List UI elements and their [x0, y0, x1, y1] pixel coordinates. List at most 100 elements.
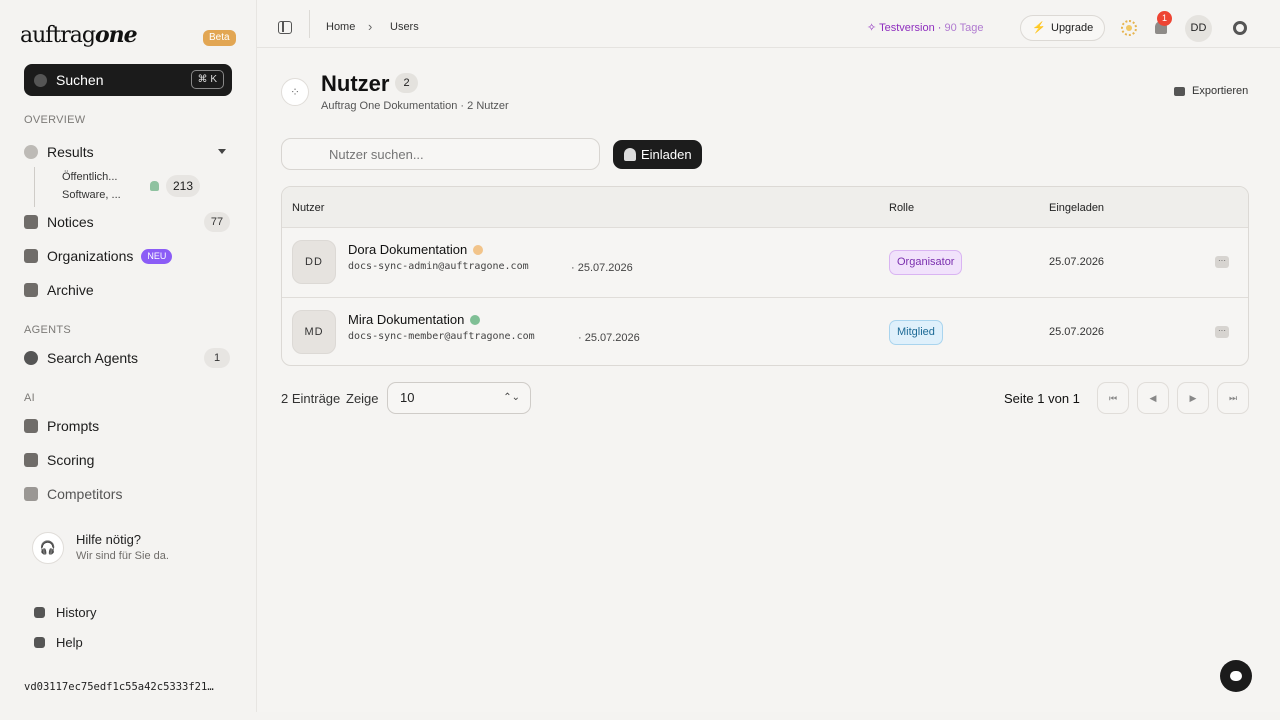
search-label: Suchen: [56, 72, 104, 88]
user-avatar: DD: [292, 240, 336, 284]
table-row[interactable]: DD Dora Dokumentation docs-sync-admin@au…: [282, 228, 1248, 297]
sidebar-item-prompts[interactable]: Prompts: [24, 413, 232, 439]
notices-count: 77: [204, 212, 230, 232]
subtitle-count: 2 Nutzer: [467, 100, 509, 112]
breadcrumb-current: Users: [390, 21, 419, 33]
sidebar-item-search-agents[interactable]: Search Agents 1: [24, 345, 232, 371]
breadcrumb-home[interactable]: Home: [326, 21, 355, 33]
chevron-right-icon: ›: [368, 19, 373, 34]
results-sub-item-detail[interactable]: Software, ...: [62, 189, 121, 201]
user-email: docs-sync-admin@auftragone.com: [348, 261, 529, 272]
status-icon: [473, 245, 484, 255]
notification-badge: 1: [1157, 11, 1172, 26]
sidebar-item-history[interactable]: History: [34, 605, 96, 620]
sidebar-toggle-icon[interactable]: [278, 21, 292, 34]
sidebar-item-label: Organizations: [47, 248, 134, 264]
agent-icon: [24, 351, 38, 365]
trial-status[interactable]: ✧ Testversion · 90 Tage: [867, 21, 983, 34]
help-icon: [34, 637, 45, 648]
user-count-badge: 2: [395, 73, 418, 93]
user-avatar[interactable]: DD: [1185, 15, 1212, 42]
sidebar-item-label: History: [56, 605, 97, 620]
user-name: Dora Dokumentation: [348, 242, 484, 257]
building-icon: [24, 249, 38, 263]
chip-icon: [24, 419, 38, 433]
user-date: · 25.07.2026: [571, 262, 633, 274]
chevron-updown-icon: ⌃⌄: [503, 392, 520, 403]
col-role[interactable]: Rolle: [889, 202, 914, 214]
sidebar-item-scoring[interactable]: Scoring: [24, 447, 232, 473]
page-title: Nutzer: [321, 71, 390, 96]
export-button[interactable]: Exportieren: [1174, 85, 1248, 97]
sidebar: auftragone Beta Suchen ⌘ K OVERVIEW Resu…: [0, 0, 256, 720]
chart-icon: [24, 487, 38, 501]
export-label: Exportieren: [1192, 85, 1249, 97]
tree-line: [34, 167, 35, 207]
results-icon: [24, 145, 38, 159]
gear-icon[interactable]: [1233, 21, 1247, 35]
col-invited[interactable]: Eingeladen: [1049, 202, 1104, 214]
sidebar-item-label: Help: [56, 635, 83, 650]
page-subtitle: Auftrag One Dokumentation · 2 Nutzer: [321, 100, 509, 112]
trial-label: Testversion: [879, 22, 935, 34]
section-overview: OVERVIEW: [24, 114, 86, 126]
first-page-button[interactable]: ⏮: [1097, 382, 1129, 414]
page-size-select[interactable]: 10 ⌃⌄: [387, 382, 531, 414]
sidebar-item-help[interactable]: Help: [34, 635, 83, 650]
chevron-down-icon[interactable]: [218, 149, 226, 154]
user-search-input[interactable]: [281, 138, 600, 170]
results-sub-item[interactable]: Öffentlich...: [62, 171, 117, 183]
role-badge[interactable]: Organisator: [889, 250, 963, 275]
topbar: Home › Users ✧ Testversion · 90 Tage Upg…: [257, 0, 1280, 48]
sidebar-item-archive[interactable]: Archive: [24, 277, 232, 303]
user-name: Mira Dokumentation: [348, 312, 481, 327]
table-row[interactable]: MD Mira Dokumentation docs-sync-member@a…: [282, 297, 1248, 365]
entries-count: 2 Einträge: [281, 391, 341, 406]
beta-badge: Beta: [203, 30, 236, 46]
sidebar-item-label: Results: [47, 144, 94, 160]
sidebar-item-results[interactable]: Results: [24, 139, 232, 165]
sidebar-item-label: Search Agents: [47, 350, 139, 366]
sidebar-item-label: Prompts: [47, 418, 100, 434]
users-icon: ⁘: [281, 78, 309, 106]
search-agents-count: 1: [204, 348, 230, 368]
page-size-value: 10: [400, 390, 415, 405]
sun-icon[interactable]: [1121, 20, 1137, 36]
verified-icon: [470, 315, 481, 325]
show-label: Zeige: [346, 391, 379, 406]
search-icon: [34, 73, 47, 87]
more-actions-icon[interactable]: ···: [1215, 326, 1229, 338]
sidebar-item-label: Notices: [47, 214, 94, 230]
invite-button[interactable]: Einladen: [613, 140, 702, 169]
sidebar-item-competitors[interactable]: Competitors: [24, 481, 232, 507]
org-name: Auftrag One Dokumentation: [321, 100, 458, 112]
app-logo[interactable]: auftragone: [20, 22, 138, 48]
sidebar-item-label: Scoring: [47, 452, 95, 468]
trial-days: 90 Tage: [944, 22, 984, 34]
sidebar-item-label: Competitors: [47, 486, 123, 502]
sidebar-item-organizations[interactable]: Organizations NEU: [24, 243, 232, 269]
headset-icon: 🎧: [32, 532, 64, 564]
export-icon: [1174, 86, 1185, 96]
help-box[interactable]: 🎧 Hilfe nötig? Wir sind für Sie da.: [32, 530, 232, 570]
build-hash: vd03117ec75edf1c55a42c5333f21…: [24, 681, 214, 693]
role-badge[interactable]: Mitglied: [889, 320, 943, 345]
scoring-icon: [24, 453, 38, 467]
more-actions-icon[interactable]: ···: [1215, 256, 1229, 268]
invited-date: 25.07.2026: [1049, 256, 1105, 268]
sidebar-item-label: Archive: [47, 282, 94, 298]
global-search-button[interactable]: Suchen ⌘ K: [24, 64, 232, 96]
last-page-button[interactable]: ⏭: [1217, 382, 1249, 414]
col-user[interactable]: Nutzer: [292, 202, 324, 214]
upgrade-button[interactable]: Upgrade: [1020, 15, 1105, 41]
chat-button[interactable]: [1220, 660, 1252, 692]
archive-icon: [24, 283, 38, 297]
table-header: Nutzer Rolle Eingeladen: [282, 187, 1248, 228]
section-ai: AI: [24, 392, 35, 404]
page-info: Seite 1 von 1: [1004, 391, 1080, 406]
next-page-button[interactable]: ▶: [1177, 382, 1209, 414]
divider: [309, 10, 310, 38]
prev-page-button[interactable]: ◀: [1137, 382, 1169, 414]
users-table: Nutzer Rolle Eingeladen DD Dora Dokument…: [281, 186, 1249, 366]
sidebar-item-notices[interactable]: Notices 77: [24, 209, 232, 235]
